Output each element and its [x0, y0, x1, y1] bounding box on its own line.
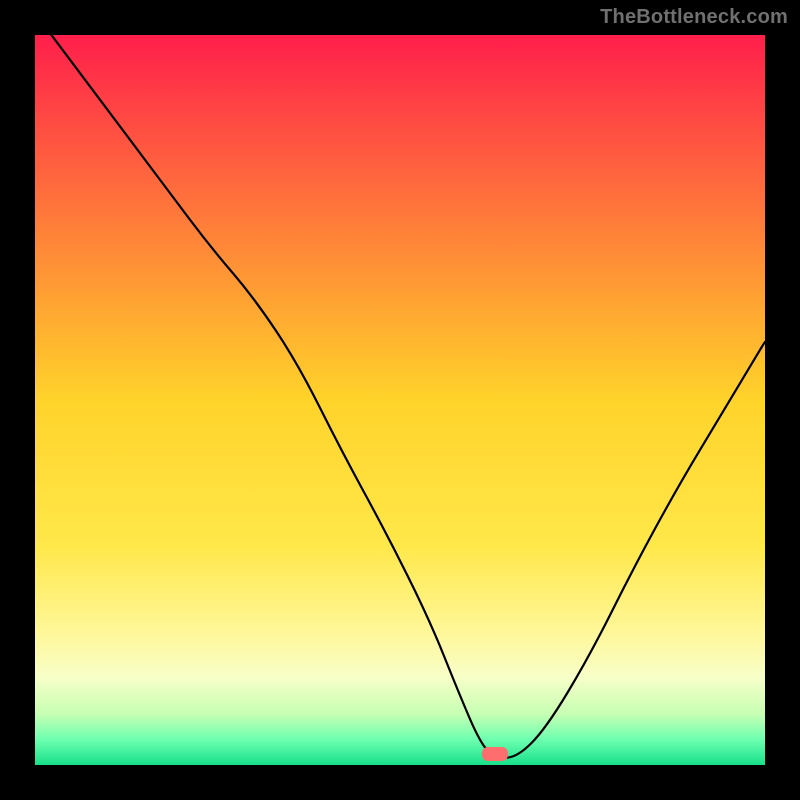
plot-area: [35, 35, 765, 765]
optimum-marker: [482, 747, 508, 761]
gradient-background: [35, 35, 765, 765]
chart-container: TheBottleneck.com: [0, 0, 800, 800]
watermark-text: TheBottleneck.com: [600, 6, 788, 29]
chart-svg: [35, 35, 765, 765]
